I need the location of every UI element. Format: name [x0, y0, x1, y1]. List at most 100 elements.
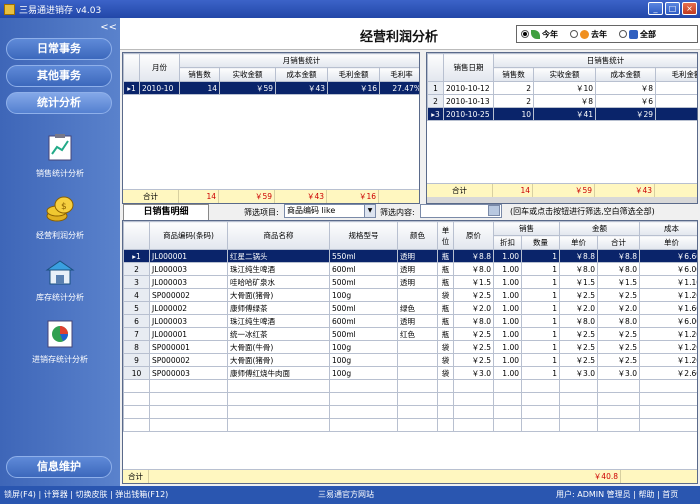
leaf-icon: [531, 29, 540, 39]
detail-total-row: 合计 ￥40.8: [123, 469, 697, 483]
warehouse-icon: [43, 256, 77, 288]
col-cost[interactable]: 成本金额: [275, 67, 328, 82]
horizontal-scrollbar[interactable]: [427, 197, 697, 203]
table-row[interactable]: ▸3 2010-10-25 10 ￥41 ￥29 ￥12: [427, 107, 697, 121]
sidebar-item-label: 销售统计分析: [36, 169, 84, 178]
col-gross-profit[interactable]: 毛利金额: [655, 67, 697, 82]
daily-detail-grid: 商品编码(条码) 商品名称 规格型号 颜色 单位 原价 销售 金额 成本 折扣 …: [122, 220, 698, 484]
table-row[interactable]: 4 SP000002 大骨面(猪骨) 100g 袋 ￥2.5 1.00 1 ￥2.5 ￥2.5 ￥1…: [123, 288, 697, 302]
empty-row: [123, 418, 697, 432]
app-icon: [4, 3, 15, 15]
filter-content-label: 筛选内容:: [380, 208, 415, 217]
table-row[interactable]: 5 JL000002 康师傅绿茶 500ml 绿色瓶 ￥2.0 1.00 1 ￥2.0 ￥2.0 ￥…: [123, 301, 697, 315]
maximize-button[interactable]: □: [665, 2, 680, 15]
coins-icon: $: [43, 194, 77, 226]
sidebar-item-stock-analysis[interactable]: 库存统计分析: [8, 256, 112, 303]
page-header: 经营利润分析 今年 去年 全部: [120, 18, 700, 50]
radio-dot: [521, 30, 529, 38]
minimize-button[interactable]: _: [648, 2, 663, 15]
col-quantity[interactable]: 数量: [521, 235, 560, 250]
nav-info-maintenance[interactable]: 信息维护: [6, 456, 112, 478]
col-discount[interactable]: 折扣: [493, 235, 522, 250]
period-radio-group: 今年 去年 全部: [516, 25, 698, 43]
sales-group-header: 销售: [493, 221, 560, 236]
table-row[interactable]: 3 JL000003 哇哈哈矿泉水 500ml 透明瓶 ￥1.5 1.00 1 ￥1.5 ￥1.5…: [123, 275, 697, 289]
table-row[interactable]: 6 JL000003 珠江纯生啤酒 600ml 透明瓶 ￥8.0 1.00 1 ￥8.0 ￥8.0…: [123, 314, 697, 328]
col-product-code[interactable]: 商品编码(条码): [149, 221, 228, 250]
table-row[interactable]: 10 SP000003 康师傅红烧牛肉面 100g 袋 ￥3.0 1.00 1 ￥3.0 ￥3.0…: [123, 366, 697, 380]
official-site-link[interactable]: 三易通官方网站: [318, 486, 374, 504]
nav-statistics[interactable]: 统计分析: [6, 92, 112, 114]
status-tools[interactable]: 锁屏(F4) | 计算器 | 切换皮肤 | 弹出钱箱(F12): [4, 486, 168, 504]
status-bar: 锁屏(F4) | 计算器 | 切换皮肤 | 弹出钱箱(F12) 三易通官方网站 …: [0, 486, 700, 504]
col-cost-unit-price[interactable]: 单价: [639, 235, 697, 250]
table-row[interactable]: 2 2010-10-13 2 ￥8 ￥6 ￥2: [427, 94, 697, 108]
monthly-group-header: 月销售统计: [179, 53, 419, 68]
filter-item-label: 筛选项目:: [244, 208, 279, 217]
table-row[interactable]: 7 JL000001 统一冰红茶 500ml 红色瓶 ￥2.5 1.00 1 ￥2.5 ￥2.5 ￥…: [123, 327, 697, 341]
radio-dot: [570, 30, 578, 38]
page-title: 经营利润分析: [360, 30, 439, 45]
sidebar: << 日常事务 其他事务 统计分析 销售统计分析 $ 经营利润分析 库存统计分析…: [0, 18, 120, 486]
empty-row: [123, 405, 697, 419]
table-row[interactable]: ▸1 JL000001 红星二锅头 550ml 透明瓶 ￥8.8 1.00 1 ￥8.8 ￥8.8…: [123, 249, 697, 263]
col-original-price[interactable]: 原价: [453, 221, 494, 250]
col-color[interactable]: 颜色: [397, 221, 438, 250]
chart-clipboard-icon: [43, 132, 77, 164]
window-title: 三易通进销存 v4.03: [19, 5, 102, 16]
col-sales-date[interactable]: 销售日期: [443, 53, 494, 82]
col-received[interactable]: 实收金额: [219, 67, 276, 82]
sidebar-item-inout-analysis[interactable]: 进销存统计分析: [8, 318, 112, 365]
col-product-name[interactable]: 商品名称: [227, 221, 330, 250]
row-indicator-header: [123, 221, 150, 250]
close-button[interactable]: ×: [682, 2, 697, 15]
col-subtotal[interactable]: 合计: [597, 235, 640, 250]
tab-daily-detail[interactable]: 日销售明细: [123, 204, 209, 220]
row-indicator-header: [123, 53, 140, 82]
col-received[interactable]: 实收金额: [533, 67, 596, 82]
pie-chart-icon: [43, 318, 77, 350]
col-unit[interactable]: 单位: [437, 221, 454, 250]
filter-search-button[interactable]: [488, 205, 500, 216]
nav-daily-affairs[interactable]: 日常事务: [6, 38, 112, 60]
radio-this-year[interactable]: 今年: [521, 29, 558, 40]
table-row[interactable]: 1 2010-10-12 2 ￥10 ￥8 ￥2: [427, 81, 697, 95]
monthly-total-row: 合计 14 ￥59 ￥43 ￥16: [123, 189, 419, 203]
collapse-sidebar-button[interactable]: <<: [100, 22, 117, 33]
radio-last-year[interactable]: 去年: [570, 29, 607, 40]
cost-group-header: 成本: [639, 221, 697, 236]
filter-item-select[interactable]: 商品编码 like ▼: [284, 204, 376, 218]
empty-row: [123, 392, 697, 406]
col-month[interactable]: 月份: [139, 53, 180, 82]
sidebar-item-label: 进销存统计分析: [32, 355, 88, 364]
radio-dot: [619, 30, 627, 38]
col-spec[interactable]: 规格型号: [329, 221, 398, 250]
daily-group-header: 日销售统计: [493, 53, 697, 68]
table-row[interactable]: ▸1 2010-10 14 ￥59 ￥43 ￥16 27.47%: [123, 81, 419, 95]
col-unit-price[interactable]: 单价: [559, 235, 598, 250]
nav-other-affairs[interactable]: 其他事务: [6, 65, 112, 87]
sidebar-item-profit-analysis[interactable]: $ 经营利润分析: [8, 194, 112, 241]
sidebar-item-label: 经营利润分析: [36, 231, 84, 240]
col-gross-profit[interactable]: 毛利金额: [327, 67, 380, 82]
radio-all[interactable]: 全部: [619, 29, 656, 40]
cube-icon: [629, 29, 638, 39]
empty-row: [123, 379, 697, 393]
row-indicator-header: [427, 53, 444, 82]
col-cost[interactable]: 成本金额: [595, 67, 656, 82]
svg-text:$: $: [61, 202, 67, 212]
table-row[interactable]: 8 SP000001 大骨面(牛骨) 100g 袋 ￥2.5 1.00 1 ￥2.5 ￥2.5 ￥1…: [123, 340, 697, 354]
col-sales-count[interactable]: 销售数: [179, 67, 220, 82]
status-user[interactable]: 用户: ADMIN 管理员 | 帮助 | 首页: [556, 486, 678, 504]
monthly-stats-grid: 月份 月销售统计 销售数 实收金额 成本金额 毛利金额 毛利率 ▸1 2010-…: [122, 52, 420, 204]
chevron-down-icon[interactable]: ▼: [364, 205, 375, 217]
col-margin[interactable]: 毛利率: [379, 67, 419, 82]
amount-group-header: 金额: [559, 221, 640, 236]
table-row[interactable]: 2 JL000003 珠江纯生啤酒 600ml 透明瓶 ￥8.0 1.00 1 ￥8.0 ￥8.0…: [123, 262, 697, 276]
sidebar-item-label: 库存统计分析: [36, 293, 84, 302]
sidebar-item-sales-analysis[interactable]: 销售统计分析: [8, 132, 112, 179]
table-row[interactable]: 9 SP000002 大骨面(猪骨) 100g 袋 ￥2.5 1.00 1 ￥2.5 ￥2.5 ￥1…: [123, 353, 697, 367]
main-panel: 经营利润分析 今年 去年 全部 月份 月销售统计 销售数 实收金额 成本金额 毛…: [120, 18, 700, 486]
daily-stats-grid: 销售日期 日销售统计 销售数 实收金额 成本金额 毛利金额 1 2010-10-…: [426, 52, 698, 204]
col-sales-count[interactable]: 销售数: [493, 67, 534, 82]
